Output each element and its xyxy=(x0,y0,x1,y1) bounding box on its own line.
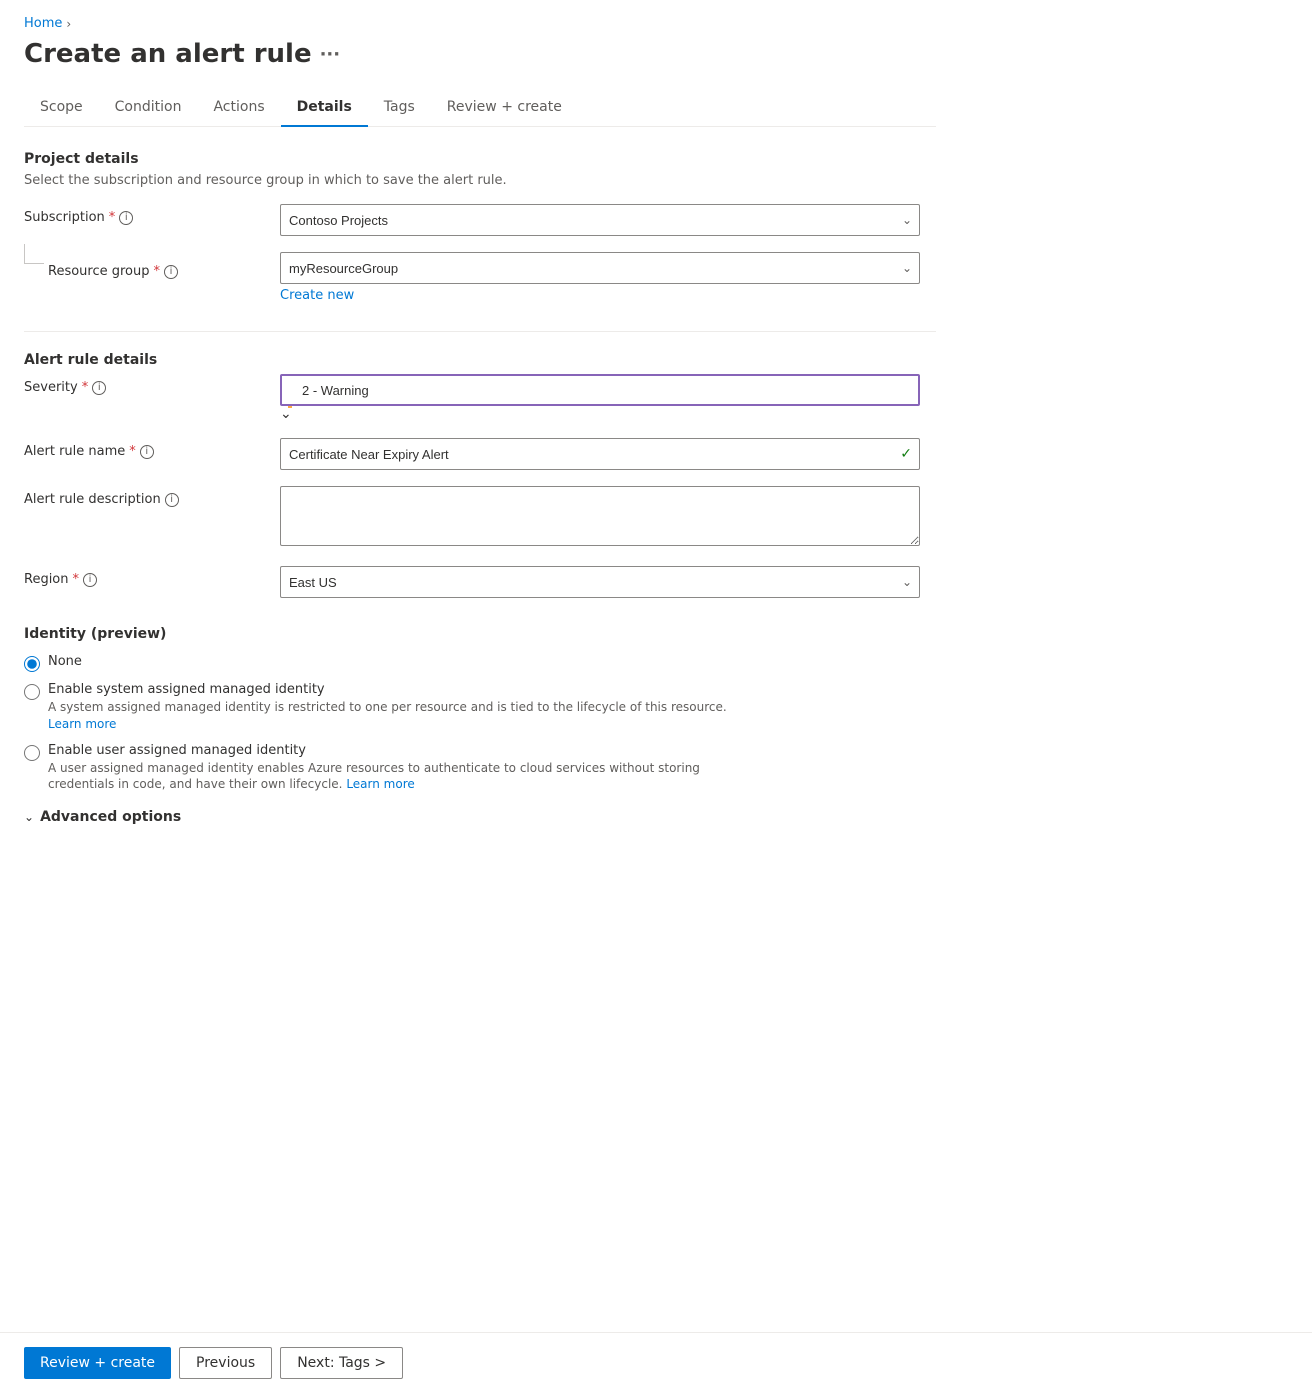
subscription-select-wrapper: Contoso Projects ⌄ xyxy=(280,204,920,236)
alert-rule-description-control-wrap xyxy=(280,486,920,550)
identity-user-assigned-radio[interactable] xyxy=(24,745,40,761)
subscription-info-icon[interactable]: i xyxy=(119,211,133,225)
advanced-options-chevron-icon: ⌄ xyxy=(24,810,34,824)
identity-user-assigned-option: Enable user assigned managed identity A … xyxy=(24,743,936,794)
severity-label: Severity * i xyxy=(24,374,264,395)
more-options-icon[interactable]: ··· xyxy=(320,44,341,65)
alert-rule-description-textarea[interactable] xyxy=(280,486,920,546)
region-label: Region * i xyxy=(24,566,264,587)
identity-none-radio[interactable] xyxy=(24,656,40,672)
alert-rule-description-row: Alert rule description i xyxy=(24,486,936,550)
tab-scope[interactable]: Scope xyxy=(24,89,99,127)
region-control-wrap: East US West US North Europe West Europe… xyxy=(280,566,920,598)
resource-group-label-wrap: Resource group * i xyxy=(24,252,264,279)
severity-info-icon[interactable]: i xyxy=(92,381,106,395)
subscription-row: Subscription * i Contoso Projects ⌄ xyxy=(24,204,936,236)
identity-none-option: None xyxy=(24,654,936,672)
alert-rule-name-input[interactable] xyxy=(280,438,920,470)
severity-select[interactable]: 0 - Critical 1 - Error 2 - Warning 3 - I… xyxy=(280,374,920,406)
advanced-options-label: Advanced options xyxy=(40,809,181,825)
breadcrumb-separator: › xyxy=(66,17,71,31)
alert-rule-description-info-icon[interactable]: i xyxy=(165,493,179,507)
alert-rule-name-required: * xyxy=(129,444,136,459)
alert-rule-name-input-wrap: ✓ xyxy=(280,438,920,470)
resource-group-label: Resource group * i xyxy=(48,258,288,279)
identity-system-assigned-option: Enable system assigned managed identity … xyxy=(24,682,936,733)
tab-details[interactable]: Details xyxy=(281,89,368,127)
resource-group-info-icon[interactable]: i xyxy=(164,265,178,279)
region-row: Region * i East US West US North Europe … xyxy=(24,566,936,598)
region-required: * xyxy=(73,572,80,587)
tab-bar: Scope Condition Actions Details Tags Rev… xyxy=(24,89,936,127)
identity-title: Identity (preview) xyxy=(24,626,936,642)
section-divider-1 xyxy=(24,331,936,332)
tab-review-create[interactable]: Review + create xyxy=(431,89,578,127)
resource-group-control-wrap: myResourceGroup ⌄ Create new xyxy=(280,252,920,303)
next-tags-button[interactable]: Next: Tags > xyxy=(280,1347,403,1379)
resource-group-indent xyxy=(24,244,44,264)
subscription-control-wrap: Contoso Projects ⌄ xyxy=(280,204,920,236)
create-new-link[interactable]: Create new xyxy=(280,288,354,303)
footer-bar: Review + create Previous Next: Tags > xyxy=(0,1332,1312,1392)
identity-user-assigned-label-wrap: Enable user assigned managed identity A … xyxy=(48,743,748,794)
resource-group-row: Resource group * i myResourceGroup ⌄ Cre… xyxy=(24,252,936,303)
alert-rule-name-control-wrap: ✓ xyxy=(280,438,920,470)
identity-system-assigned-radio[interactable] xyxy=(24,684,40,700)
identity-user-assigned-description: A user assigned managed identity enables… xyxy=(48,760,748,794)
resource-group-select-wrapper: myResourceGroup ⌄ xyxy=(280,252,920,284)
breadcrumb: Home › xyxy=(24,16,936,31)
severity-chevron-icon: ⌄ xyxy=(280,406,292,422)
alert-rule-details-section: Alert rule details Severity * i 0 - Crit… xyxy=(24,352,936,598)
severity-row: Severity * i 0 - Critical 1 - Error 2 - … xyxy=(24,374,936,422)
project-details-title: Project details xyxy=(24,151,936,167)
alert-rule-description-label: Alert rule description i xyxy=(24,486,264,507)
identity-system-assigned-learn-more-link[interactable]: Learn more xyxy=(48,717,116,731)
project-details-section: Project details Select the subscription … xyxy=(24,151,936,303)
tab-condition[interactable]: Condition xyxy=(99,89,198,127)
breadcrumb-home-link[interactable]: Home xyxy=(24,16,62,31)
alert-rule-name-label: Alert rule name * i xyxy=(24,438,264,459)
severity-required: * xyxy=(82,380,89,395)
subscription-select[interactable]: Contoso Projects xyxy=(280,204,920,236)
region-info-icon[interactable]: i xyxy=(83,573,97,587)
review-create-button[interactable]: Review + create xyxy=(24,1347,171,1379)
identity-none-label: None xyxy=(48,654,82,669)
resource-group-required: * xyxy=(154,264,161,279)
resource-group-select[interactable]: myResourceGroup xyxy=(280,252,920,284)
alert-rule-name-info-icon[interactable]: i xyxy=(140,445,154,459)
project-details-subtitle: Select the subscription and resource gro… xyxy=(24,173,936,188)
identity-system-assigned-description: A system assigned managed identity is re… xyxy=(48,699,748,733)
subscription-required: * xyxy=(109,210,116,225)
identity-user-assigned-learn-more-link[interactable]: Learn more xyxy=(346,777,414,791)
identity-user-assigned-label: Enable user assigned managed identity xyxy=(48,743,748,758)
alert-rule-details-title: Alert rule details xyxy=(24,352,936,368)
region-select[interactable]: East US West US North Europe West Europe xyxy=(280,566,920,598)
subscription-label: Subscription * i xyxy=(24,204,264,225)
tab-actions[interactable]: Actions xyxy=(197,89,280,127)
identity-system-assigned-label: Enable system assigned managed identity xyxy=(48,682,748,697)
identity-section: Identity (preview) None Enable system as… xyxy=(24,626,936,825)
identity-none-label-wrap: None xyxy=(48,654,82,669)
alert-rule-name-check-icon: ✓ xyxy=(900,446,912,462)
tab-tags[interactable]: Tags xyxy=(368,89,431,127)
severity-select-wrapper: 0 - Critical 1 - Error 2 - Warning 3 - I… xyxy=(280,374,920,422)
identity-system-assigned-label-wrap: Enable system assigned managed identity … xyxy=(48,682,748,733)
advanced-options-toggle[interactable]: ⌄ Advanced options xyxy=(24,809,936,825)
page-title: Create an alert rule ··· xyxy=(24,39,936,69)
severity-control-wrap: 0 - Critical 1 - Error 2 - Warning 3 - I… xyxy=(280,374,920,422)
previous-button[interactable]: Previous xyxy=(179,1347,272,1379)
alert-rule-name-row: Alert rule name * i ✓ xyxy=(24,438,936,470)
region-select-wrapper: East US West US North Europe West Europe… xyxy=(280,566,920,598)
